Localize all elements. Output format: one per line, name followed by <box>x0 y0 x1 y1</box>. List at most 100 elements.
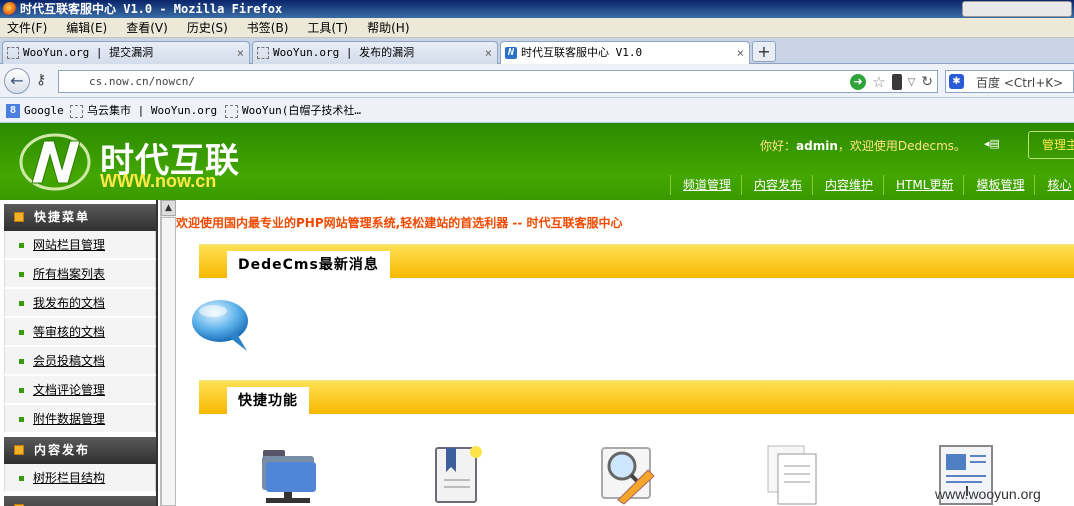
tab-nowcn-active[interactable]: N 时代互联客服中心 V1.0 × <box>500 41 750 65</box>
bullet-icon <box>19 243 24 248</box>
menu-file[interactable]: 文件(F) <box>7 18 47 38</box>
go-icon[interactable]: ➜ <box>850 74 867 90</box>
page-icon <box>70 104 83 118</box>
sidebar-section-next[interactable] <box>4 496 156 506</box>
nav-html-update[interactable]: HTML更新 <box>883 175 963 195</box>
bullet-icon <box>19 301 24 306</box>
bullet-icon <box>19 272 24 277</box>
back-button[interactable]: ← <box>4 68 30 94</box>
bookmarks-bar: 8 Google 乌云集市 | WooYun.org WooYun(白帽子技术社… <box>0 98 1074 123</box>
nowcn-logo-icon <box>19 133 91 191</box>
sidebar-item-pending-review[interactable]: 等审核的文档 <box>4 318 156 346</box>
sidebar-item-label: 我发布的文档 <box>33 296 106 310</box>
nav-content-maintain[interactable]: 内容维护 <box>812 175 883 195</box>
google-icon: 8 <box>6 104 20 118</box>
close-icon[interactable]: × <box>485 42 492 64</box>
menu-bookmarks[interactable]: 书签(B) <box>247 18 289 38</box>
nav-content-publish[interactable]: 内容发布 <box>741 175 812 195</box>
sidebar-item-comment-manage[interactable]: 文档评论管理 <box>4 376 156 404</box>
section-title: 内容发布 <box>34 443 91 457</box>
reload-icon[interactable]: ↻ <box>921 74 933 90</box>
menu-toggle-icon[interactable]: ◂▤ <box>984 137 1000 150</box>
firefox-icon <box>3 2 17 16</box>
scroll-up-icon[interactable]: ▲ <box>161 200 176 216</box>
search-edit-icon[interactable] <box>598 442 658 506</box>
sidebar-scrollbar[interactable]: ▲ <box>160 200 176 506</box>
menu-history[interactable]: 历史(S) <box>187 18 228 38</box>
manage-button[interactable]: 管理主 <box>1028 131 1074 159</box>
mobile-icon[interactable] <box>891 74 902 90</box>
sidebar-item-label: 等审核的文档 <box>33 325 106 339</box>
menu-tools[interactable]: 工具(T) <box>307 18 348 38</box>
tab-wooyun-submit[interactable]: WooYun.org | 提交漏洞 × <box>2 41 250 64</box>
folder-network-icon[interactable] <box>258 442 318 506</box>
welcome-prefix: 你好： <box>760 139 797 153</box>
bookmark-google[interactable]: 8 Google <box>6 98 64 123</box>
quick-functions-title: 快捷功能 <box>227 387 309 415</box>
bullet-icon <box>19 417 24 422</box>
sidebar-item-all-archives[interactable]: 所有档案列表 <box>4 260 156 288</box>
page-icon <box>7 47 19 59</box>
bookmark-label: Google <box>24 104 64 117</box>
bookmark-star-icon[interactable]: ☆ <box>872 73 885 91</box>
bookmark-label: WooYun(白帽子技术社… <box>242 104 361 117</box>
scroll-thumb[interactable] <box>161 217 176 506</box>
sidebar-item-label: 会员投稿文档 <box>33 354 106 368</box>
search-input[interactable]: ✱ 百度 <Ctrl+K> <box>945 70 1074 93</box>
browser-window: 时代互联客服中心 V1.0 - Mozilla Firefox 文件(F) 编辑(… <box>0 0 1074 506</box>
top-nav: 频道管理 内容发布 内容维护 HTML更新 模板管理 核心 <box>670 175 1074 197</box>
baidu-icon[interactable]: ✱ <box>949 74 964 89</box>
menu-edit[interactable]: 编辑(E) <box>66 18 107 38</box>
logo-text-en: WWW.now.cn <box>100 171 217 191</box>
bullet-icon <box>19 359 24 364</box>
bookmark-document-icon[interactable] <box>430 442 490 506</box>
bullet-icon <box>19 476 24 481</box>
news-title: DedeCms最新消息 <box>227 251 390 279</box>
welcome-marquee: 欢迎使用国内最专业的PHP网站管理系统,轻松建站的首选利器 -- 时代互联客服中… <box>176 216 623 230</box>
welcome-message: 你好：admin，欢迎使用Dedecms。 <box>760 137 966 154</box>
dropdown-icon[interactable]: ▽ <box>908 77 916 88</box>
nav-template-manage[interactable]: 模板管理 <box>963 175 1034 195</box>
sidebar-item-label: 文档评论管理 <box>33 383 106 397</box>
bookmark-label: 乌云集市 | WooYun.org <box>87 104 218 117</box>
nowcn-favicon: N <box>505 47 517 59</box>
window-titlebar: 时代互联客服中心 V1.0 - Mozilla Firefox <box>0 0 1074 18</box>
menu-help[interactable]: 帮助(H) <box>367 18 409 38</box>
key-icon[interactable]: ⚷ <box>36 72 56 90</box>
window-controls[interactable] <box>962 1 1072 17</box>
sidebar-item-my-documents[interactable]: 我发布的文档 <box>4 289 156 317</box>
sidebar-item-attachment-manage[interactable]: 附件数据管理 <box>4 405 156 433</box>
watermark: www.wooyun.org <box>935 486 1041 502</box>
sidebar-section-content-publish[interactable]: 内容发布 <box>4 437 156 464</box>
sidebar-item-label: 所有档案列表 <box>33 267 106 281</box>
sidebar-section-quick-menu[interactable]: 快捷菜单 <box>4 204 156 231</box>
folder-icon <box>14 212 24 222</box>
close-icon[interactable]: × <box>737 42 744 64</box>
sidebar-item-label: 网站栏目管理 <box>33 238 106 252</box>
tab-wooyun-published[interactable]: WooYun.org | 发布的漏洞 × <box>252 41 498 64</box>
sidebar-item-label: 树形栏目结构 <box>33 471 106 485</box>
bookmark-wooyun-market[interactable]: 乌云集市 | WooYun.org <box>70 98 217 123</box>
sidebar-item-column-manage[interactable]: 网站栏目管理 <box>4 231 156 259</box>
bullet-icon <box>19 330 24 335</box>
nav-core[interactable]: 核心 <box>1034 175 1074 195</box>
welcome-suffix: ，欢迎使用Dedecms。 <box>837 139 967 153</box>
sidebar-item-column-tree[interactable]: 树形栏目结构 <box>4 464 156 492</box>
menu-view[interactable]: 查看(V) <box>126 18 168 38</box>
tab-bar: WooYun.org | 提交漏洞 × WooYun.org | 发布的漏洞 ×… <box>0 38 1074 65</box>
search-placeholder: 百度 <Ctrl+K> <box>976 76 1064 90</box>
folder-icon <box>14 445 24 455</box>
nav-channel-manage[interactable]: 频道管理 <box>670 175 741 195</box>
bookmark-wooyun-community[interactable]: WooYun(白帽子技术社… <box>225 98 361 123</box>
tab-label: WooYun.org | 提交漏洞 <box>23 46 154 59</box>
bullet-icon <box>19 388 24 393</box>
sidebar: 快捷菜单 网站栏目管理 所有档案列表 我发布的文档 等审核的文档 会员投稿文档 … <box>0 200 158 506</box>
new-tab-button[interactable]: + <box>752 41 776 62</box>
url-text[interactable]: cs.now.cn/nowcn/ <box>89 75 195 88</box>
sidebar-item-member-submissions[interactable]: 会员投稿文档 <box>4 347 156 375</box>
close-icon[interactable]: × <box>237 42 244 64</box>
address-bar[interactable]: cs.now.cn/nowcn/ ➜ ☆ ▽ ↻ <box>58 70 938 93</box>
navigation-bar: ← ⚷ cs.now.cn/nowcn/ ➜ ☆ ▽ ↻ ✱ 百度 <Ctrl+… <box>0 64 1074 98</box>
main-content: 欢迎使用国内最专业的PHP网站管理系统,轻松建站的首选利器 -- 时代互联客服中… <box>176 200 1074 506</box>
documents-icon[interactable] <box>764 442 824 506</box>
